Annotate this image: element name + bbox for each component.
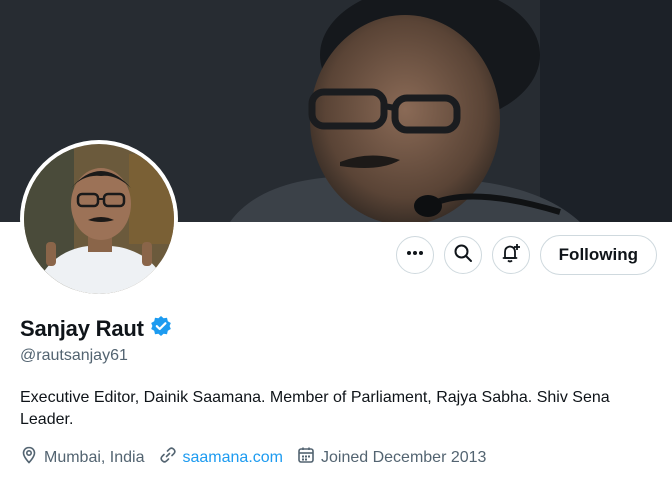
display-name: Sanjay Raut — [20, 315, 144, 341]
location-item: Mumbai, India — [20, 446, 145, 469]
link-icon — [159, 446, 177, 469]
website-link[interactable]: saamana.com — [183, 449, 284, 467]
joined-item: Joined December 2013 — [297, 446, 486, 469]
avatar[interactable] — [20, 140, 178, 298]
joined-text: Joined December 2013 — [321, 448, 487, 466]
more-icon — [405, 243, 425, 268]
search-button[interactable] — [443, 236, 482, 274]
following-button[interactable]: Following — [539, 235, 657, 275]
profile-bio: Executive Editor, Dainik Saamana. Member… — [20, 389, 610, 428]
location-text: Mumbai, India — [44, 448, 145, 466]
website-item[interactable]: saamana.com — [159, 446, 284, 469]
calendar-icon — [297, 446, 315, 469]
notification-button[interactable] — [491, 236, 530, 274]
more-button[interactable] — [395, 236, 434, 274]
user-handle: @rautsanjay61 — [20, 347, 128, 364]
profile-meta: Mumbai, India saamana.com Joined Decembe… — [20, 446, 500, 469]
location-pin-icon — [20, 446, 38, 469]
following-label: Following — [558, 245, 638, 264]
verified-badge-icon[interactable] — [150, 315, 172, 342]
name-row: Sanjay Raut — [20, 315, 172, 342]
search-icon — [453, 243, 473, 268]
profile-actions: Following — [395, 235, 657, 275]
avatar-image — [24, 144, 174, 294]
notification-bell-icon — [500, 242, 522, 269]
